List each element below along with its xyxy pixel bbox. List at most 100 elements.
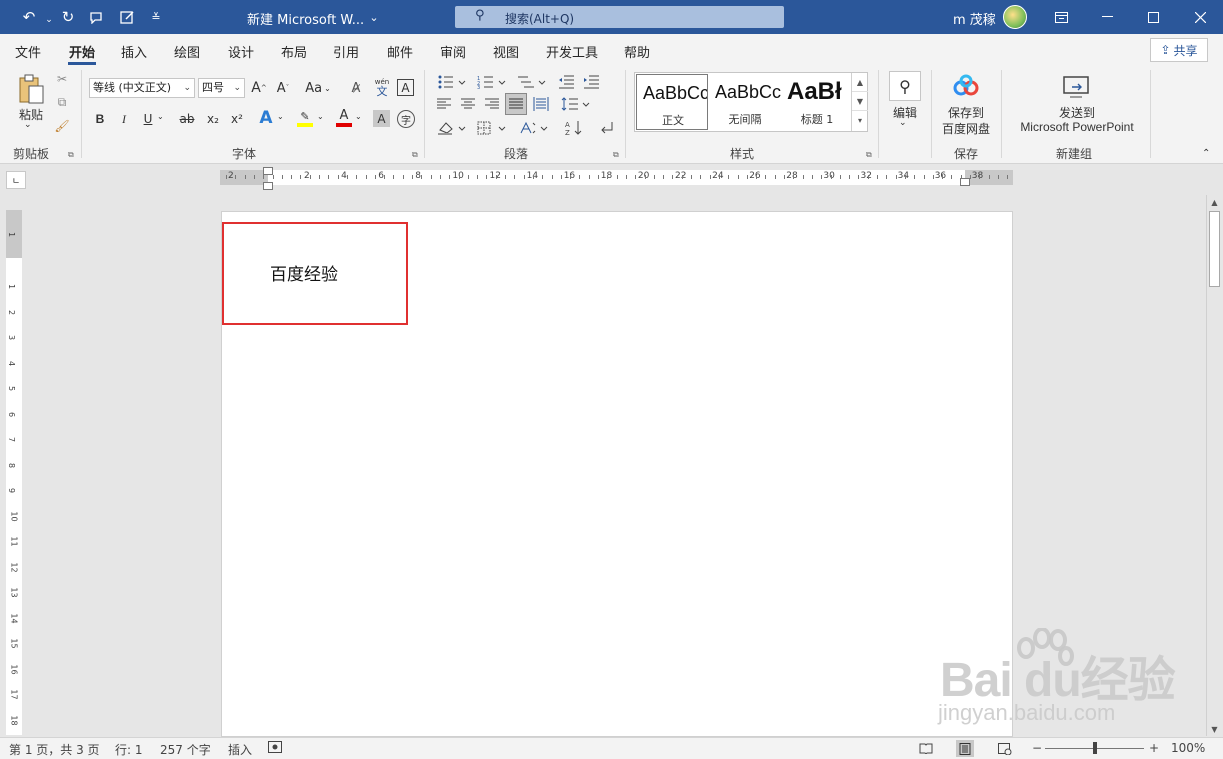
send-to-powerpoint-icon[interactable] bbox=[1060, 73, 1092, 101]
chevron-down-icon[interactable]: ⌄ bbox=[355, 112, 362, 121]
document-text[interactable]: 百度经验 bbox=[270, 260, 338, 285]
save-to-baidu-line1[interactable]: 保存到 bbox=[938, 104, 994, 121]
justify-icon[interactable] bbox=[505, 93, 527, 115]
avatar[interactable] bbox=[1003, 5, 1027, 29]
change-case-button[interactable]: Aa ⌄ bbox=[303, 78, 333, 98]
web-layout-icon[interactable] bbox=[996, 740, 1014, 757]
sort-icon[interactable]: AZ bbox=[563, 118, 585, 138]
maximize-icon[interactable] bbox=[1138, 6, 1168, 28]
word-count[interactable]: 257 个字 bbox=[160, 741, 211, 758]
macro-record-icon[interactable] bbox=[268, 741, 282, 756]
style-no-spacing[interactable]: AaBbCcI 无间隔 bbox=[709, 74, 781, 130]
vertical-ruler[interactable]: 1 1 2 3 4 5 6 7 8 9 10 11 12 13 14 15 16 17 18 bbox=[6, 210, 22, 735]
highlight-button[interactable]: ✎ bbox=[294, 107, 316, 129]
scroll-up-icon[interactable]: ▲ bbox=[1207, 195, 1222, 209]
read-mode-icon[interactable] bbox=[917, 740, 935, 757]
italic-button[interactable]: I bbox=[116, 110, 132, 128]
find-icon[interactable]: ⚲ bbox=[889, 71, 921, 101]
zoom-level[interactable]: 100% bbox=[1171, 741, 1205, 755]
format-painter-icon[interactable]: 🖌 bbox=[54, 118, 70, 134]
search-input[interactable]: ⚲ 搜索(Alt+Q) bbox=[455, 6, 784, 28]
bold-button[interactable]: B bbox=[92, 110, 108, 128]
bullets-icon[interactable] bbox=[434, 72, 470, 92]
distributed-icon[interactable] bbox=[531, 94, 551, 114]
scroll-down-icon[interactable]: ▼ bbox=[1207, 722, 1222, 736]
tab-design[interactable]: 设计 bbox=[228, 42, 254, 61]
chevron-down-icon[interactable]: ⌄ bbox=[363, 7, 385, 27]
shading-icon[interactable] bbox=[434, 118, 470, 138]
tab-file[interactable]: 文件 bbox=[15, 42, 41, 61]
send-to-ppt-line2[interactable]: Microsoft PowerPoint bbox=[1010, 120, 1144, 134]
char-border-button[interactable]: A bbox=[397, 79, 414, 96]
horizontal-ruler[interactable]: 22468101214161820222426283032343638 bbox=[220, 167, 1013, 190]
shrink-font-button[interactable]: Aˇ bbox=[274, 78, 292, 98]
font-name-select[interactable]: 等线 (中文正文) ⌄ bbox=[89, 78, 195, 98]
document-page[interactable]: 百度经验 bbox=[221, 211, 1013, 737]
customize-toolbar-icon[interactable]: ≚ bbox=[145, 7, 167, 27]
align-left-icon[interactable] bbox=[434, 94, 454, 114]
tab-mailings[interactable]: 邮件 bbox=[387, 42, 413, 61]
font-color-button[interactable]: A bbox=[334, 107, 354, 129]
align-center-icon[interactable] bbox=[458, 94, 478, 114]
tab-review[interactable]: 审阅 bbox=[440, 42, 466, 61]
undo-icon[interactable]: ↶ bbox=[18, 7, 40, 27]
chevron-down-icon[interactable]: ⌄ bbox=[277, 112, 284, 121]
tab-insert[interactable]: 插入 bbox=[121, 42, 147, 61]
borders-icon[interactable] bbox=[474, 118, 510, 138]
paste-icon[interactable] bbox=[14, 72, 48, 106]
tab-draw[interactable]: 绘图 bbox=[174, 42, 200, 61]
font-size-select[interactable]: 四号 ⌄ bbox=[198, 78, 245, 98]
font-launcher-icon[interactable]: ⧉ bbox=[412, 150, 418, 160]
text-effects-button[interactable]: A bbox=[256, 108, 276, 128]
minimize-icon[interactable] bbox=[1092, 6, 1122, 28]
share-button[interactable]: ⇪ 共享 bbox=[1150, 38, 1208, 62]
zoom-out-button[interactable]: − bbox=[1032, 741, 1042, 755]
chevron-down-icon[interactable]: ▼ bbox=[852, 92, 868, 111]
copy-icon[interactable]: ⧉ bbox=[54, 94, 70, 110]
underline-button[interactable]: U bbox=[140, 110, 156, 128]
chevron-down-icon[interactable]: ⌄ bbox=[317, 112, 324, 121]
zoom-in-button[interactable]: + bbox=[1149, 741, 1159, 755]
chevron-up-icon[interactable]: ▲ bbox=[852, 73, 868, 92]
phonetic-guide-button[interactable]: wén 文 bbox=[373, 76, 391, 100]
right-indent-marker[interactable] bbox=[960, 178, 970, 186]
grow-font-button[interactable]: A ^ bbox=[250, 78, 268, 98]
align-right-icon[interactable] bbox=[482, 94, 502, 114]
tab-developer[interactable]: 开发工具 bbox=[546, 42, 598, 61]
collapse-ribbon-icon[interactable]: ⌃ bbox=[1202, 148, 1210, 159]
tab-layout[interactable]: 布局 bbox=[281, 42, 307, 61]
paste-dropdown-icon[interactable]: ⌄ bbox=[24, 120, 32, 130]
clear-format-icon[interactable]: A̷ bbox=[347, 78, 365, 98]
tab-references[interactable]: 引用 bbox=[333, 42, 359, 61]
tab-home[interactable]: 开始 bbox=[69, 42, 95, 61]
strikethrough-button[interactable]: ab bbox=[177, 110, 197, 128]
chinese-layout-icon[interactable] bbox=[516, 118, 552, 138]
scroll-thumb[interactable] bbox=[1209, 211, 1220, 287]
baidu-netdisk-icon[interactable] bbox=[950, 72, 982, 100]
superscript-button[interactable]: x² bbox=[228, 110, 246, 128]
zoom-slider-thumb[interactable] bbox=[1093, 742, 1097, 754]
close-icon[interactable] bbox=[1185, 6, 1215, 28]
page-count[interactable]: 第 1 页，共 3 页 bbox=[9, 741, 100, 758]
left-indent-marker[interactable] bbox=[263, 182, 273, 190]
cut-icon[interactable]: ✂ bbox=[54, 71, 70, 87]
more-styles-icon[interactable]: ▾ bbox=[852, 111, 868, 130]
redo-icon[interactable]: ↻ bbox=[57, 7, 79, 27]
multilevel-list-icon[interactable] bbox=[514, 72, 550, 92]
send-to-ppt-line1[interactable]: 发送到 bbox=[1010, 104, 1144, 121]
clipboard-launcher-icon[interactable]: ⧉ bbox=[68, 150, 74, 160]
enclose-char-icon[interactable]: 字 bbox=[397, 110, 415, 128]
numbering-icon[interactable]: 123 bbox=[474, 72, 510, 92]
print-layout-icon[interactable] bbox=[956, 740, 974, 757]
style-normal[interactable]: AaBbCcI 正文 bbox=[636, 74, 708, 130]
vertical-scrollbar[interactable]: ▲ ▼ bbox=[1206, 195, 1222, 736]
chevron-down-icon[interactable]: ⌄ bbox=[899, 118, 907, 128]
save-to-baidu-line2[interactable]: 百度网盘 bbox=[938, 120, 994, 137]
ribbon-display-icon[interactable] bbox=[1046, 6, 1076, 28]
user-name[interactable]: m 茂稼 bbox=[953, 9, 996, 28]
line-spacing-icon[interactable] bbox=[558, 94, 594, 114]
line-number[interactable]: 行: 1 bbox=[115, 741, 143, 758]
char-shading-button[interactable]: A bbox=[373, 110, 390, 127]
tab-selector-button[interactable]: ㄴ bbox=[6, 171, 26, 189]
tab-help[interactable]: 帮助 bbox=[624, 42, 650, 61]
